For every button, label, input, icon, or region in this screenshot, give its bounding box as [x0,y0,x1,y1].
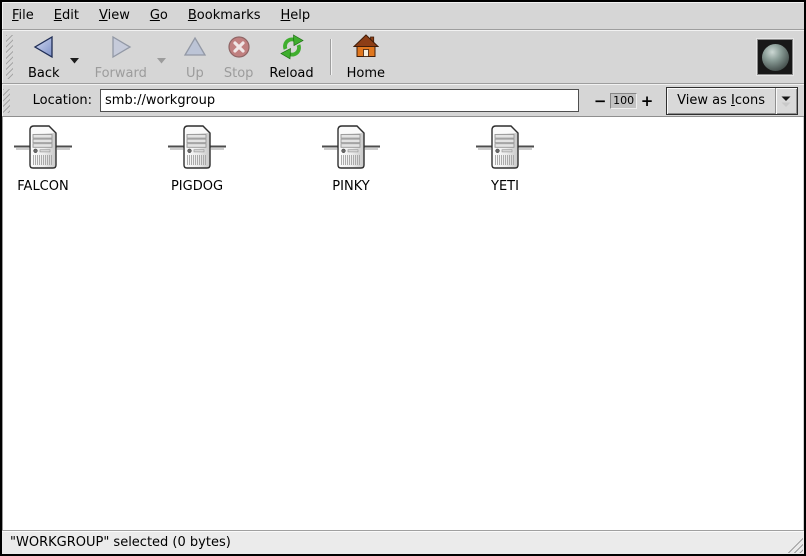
server-icon [321,124,381,175]
throbber [757,39,793,75]
resize-grip[interactable] [787,537,803,553]
zoom-level: 100 [610,93,637,109]
location-bar: Location: − 100 + View as Icons [2,84,804,117]
server-label: YETI [491,179,519,194]
status-bar: "WORKGROUP" selected (0 bytes) [2,530,804,554]
forward-label: Forward [95,66,147,81]
reload-button[interactable]: Reload [261,30,321,84]
location-label: Location: [33,93,92,108]
server-icon [167,124,227,175]
menu-go[interactable]: Go [140,2,178,29]
menu-file[interactable]: File [2,2,44,29]
forward-icon [108,34,134,64]
location-bar-grip[interactable] [3,89,10,113]
stop-button: Stop [216,30,262,84]
server-icon [475,124,535,175]
zoom-out-button[interactable]: − [592,91,608,111]
zoom-in-button[interactable]: + [639,91,655,111]
back-icon [31,34,57,64]
view-as-dropdown[interactable]: View as Icons [666,87,798,115]
stop-label: Stop [224,66,254,81]
reload-icon [279,34,305,64]
back-history-dropdown[interactable] [66,49,83,71]
home-button[interactable]: Home [339,30,393,84]
icon-view: FALCON [2,117,804,530]
reload-label: Reload [269,66,313,81]
back-button[interactable]: Back [20,30,68,84]
server-item-pigdog[interactable]: PIGDOG [159,124,235,194]
icon-row: FALCON [3,117,803,194]
server-item-pinky[interactable]: PINKY [313,124,389,194]
up-label: Up [186,66,204,81]
up-icon [182,34,208,64]
toolbar: Back Forward U [2,30,804,84]
toolbar-grip[interactable] [6,35,13,79]
menu-view[interactable]: View [89,2,140,29]
server-item-falcon[interactable]: FALCON [5,124,81,194]
up-button: Up [174,30,216,84]
file-manager-window: File Edit View Go Bookmarks Help Back [0,0,806,556]
home-icon [353,34,379,64]
chevron-down-icon [69,53,80,68]
toolbar-separator [330,39,331,75]
status-text: "WORKGROUP" selected (0 bytes) [10,535,231,550]
forward-history-dropdown [153,49,170,71]
back-label: Back [28,66,60,81]
server-label: PINKY [332,179,369,194]
home-label: Home [347,66,385,81]
stop-icon [226,34,252,64]
dropdown-indicator-icon [776,94,797,107]
throbber-globe-icon [762,44,789,71]
server-label: FALCON [17,179,68,194]
chevron-down-icon [156,53,167,68]
menu-help[interactable]: Help [271,2,321,29]
server-label: PIGDOG [171,179,223,194]
forward-button: Forward [87,30,155,84]
menu-bar: File Edit View Go Bookmarks Help [2,2,804,30]
server-icon [13,124,73,175]
menu-edit[interactable]: Edit [44,2,89,29]
location-input[interactable] [100,89,579,112]
menu-bookmarks[interactable]: Bookmarks [178,2,271,29]
server-item-yeti[interactable]: YETI [467,124,543,194]
